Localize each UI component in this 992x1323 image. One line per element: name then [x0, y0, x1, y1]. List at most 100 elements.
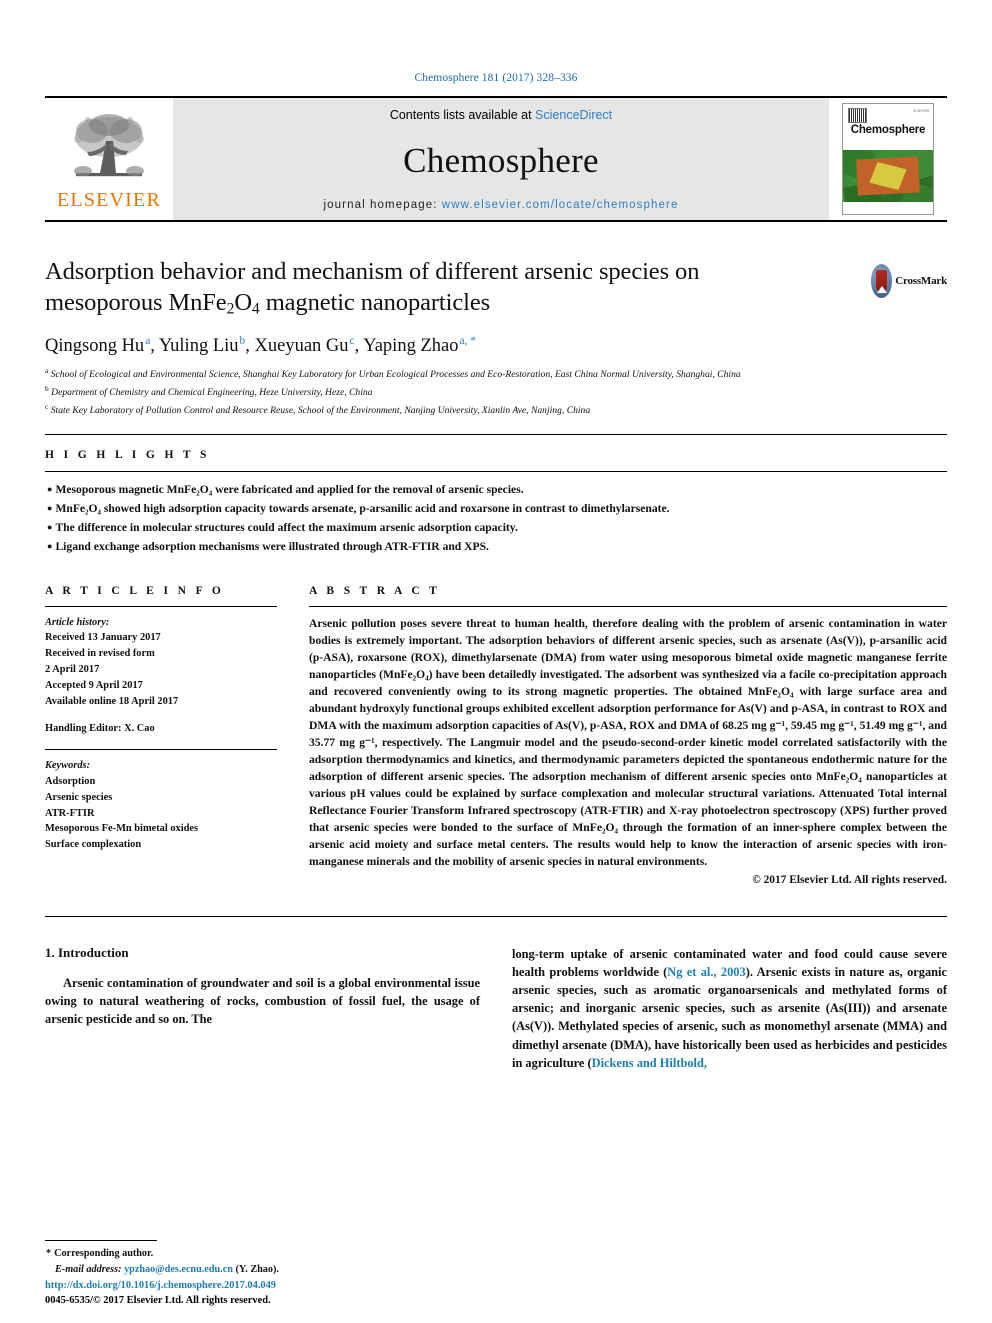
author-2: Yuling Liub,: [159, 335, 255, 357]
cover-publisher-label: ELSEVIER: [913, 109, 929, 113]
doi-link[interactable]: http://dx.doi.org/10.1016/j.chemosphere.…: [45, 1278, 276, 1294]
title-line-2-pre: mesoporous MnFe: [45, 289, 227, 317]
running-head: Chemosphere 181 (2017) 328–336: [414, 72, 578, 84]
abstract-divider: [309, 605, 947, 607]
article-history: Article history: Received 13 January 201…: [45, 615, 277, 738]
history-line: Received in revised form: [45, 648, 155, 660]
highlight-text: MnFe₂O₄ showed high adsorption capacity …: [55, 502, 670, 516]
author-4-name: Yaping Zhao: [363, 336, 459, 357]
highlight-item: ● MnFe₂O₄ showed high adsorption capacity…: [45, 500, 947, 519]
email-label: E-mail address:: [55, 1263, 125, 1275]
corresponding-author-text: Corresponding author.: [54, 1248, 154, 1260]
journal-title: Chemosphere: [403, 141, 599, 180]
citation-link-ng-2003[interactable]: Ng et al., 2003: [667, 965, 745, 979]
author-list: Qingsong Hua, Yuling Liub, Xueyuan Guc, …: [45, 334, 947, 358]
article-history-heading: Article history:: [45, 616, 110, 628]
journal-homepage-line: journal homepage: www.elsevier.com/locat…: [324, 199, 679, 211]
affiliation-b-text: Department of Chemistry and Chemical Eng…: [51, 387, 373, 399]
intro-right-text-2: ). Arsenic exists in nature as, organic …: [512, 965, 947, 1070]
author-1: Qingsong Hua,: [45, 335, 159, 357]
keyword-item: Adsorption: [45, 776, 96, 787]
highlight-text: The difference in molecular structures c…: [55, 520, 518, 534]
sciencedirect-link[interactable]: ScienceDirect: [535, 108, 612, 122]
affiliation-b: b Department of Chemistry and Chemical E…: [45, 383, 885, 401]
citation-link-dickens-hiltbold[interactable]: Dickens and Hiltbold,: [592, 1056, 707, 1070]
title-line-2-mid: O: [234, 289, 252, 317]
intro-paragraph-right: long-term uptake of arsenic contaminated…: [512, 945, 947, 1072]
article-info-label: A R T I C L E I N F O: [45, 584, 225, 597]
intro-paragraph-left: Arsenic contamination of groundwater and…: [45, 975, 480, 1027]
affiliation-c: c State Key Laboratory of Pollution Cont…: [45, 401, 885, 419]
author-4-affil-mark[interactable]: a, *: [458, 335, 476, 347]
highlight-text: Mesoporous magnetic MnFe₂O₄ were fabrica…: [55, 483, 524, 497]
contents-available-line: Contents lists available at ScienceDirec…: [390, 108, 612, 122]
highlight-text: Ligand exchange adsorption mechanisms we…: [55, 539, 489, 553]
title-subscript-4: 4: [251, 300, 260, 318]
handling-editor: Handling Editor: X. Cao: [45, 723, 155, 735]
issn-copyright-line: 0045-6535/© 2017 Elsevier Ltd. All right…: [45, 1295, 271, 1307]
author-3-name: Xueyuan Gu: [254, 336, 349, 357]
journal-homepage-link[interactable]: www.elsevier.com/locate/chemosphere: [442, 199, 679, 211]
email-suffix: (Y. Zhao).: [232, 1263, 279, 1275]
author-1-name: Qingsong Hu: [45, 336, 145, 357]
keywords-block: Keywords: Adsorption Arsenic species ATR…: [45, 758, 277, 853]
email-line: E-mail address: ypzhao@des.ecnu.edu.cn (…: [45, 1262, 465, 1277]
affiliation-a-mark: a: [45, 366, 49, 376]
affiliation-c-text: State Key Laboratory of Pollution Contro…: [50, 404, 591, 416]
masthead-center: Contents lists available at ScienceDirec…: [173, 98, 829, 220]
journal-masthead: ELSEVIER Contents lists available at Sci…: [45, 96, 947, 222]
history-line: Available online 18 April 2017: [45, 695, 179, 707]
info-and-abstract: A R T I C L E I N F O Article history: R…: [45, 585, 947, 886]
title-block: Adsorption behavior and mechanism of dif…: [45, 256, 947, 320]
corresponding-author-line: * Corresponding author.: [45, 1246, 465, 1261]
paper-title: Adsorption behavior and mechanism of dif…: [45, 256, 845, 320]
author-1-sep: ,: [150, 336, 159, 357]
history-line: Accepted 9 April 2017: [45, 679, 143, 691]
article-info-column: A R T I C L E I N F O Article history: R…: [45, 585, 277, 886]
homepage-prefix: journal homepage:: [323, 199, 442, 211]
abstract-text: Arsenic pollution poses severe threat to…: [309, 616, 947, 868]
elsevier-wordmark: ELSEVIER: [56, 188, 162, 211]
crossmark-label: CrossMark: [895, 275, 947, 287]
email-link[interactable]: ypzhao@des.ecnu.edu.cn: [124, 1264, 233, 1275]
cover-artwork: [843, 150, 933, 202]
abstract-copyright: © 2017 Elsevier Ltd. All rights reserved…: [752, 873, 947, 886]
keyword-item: Arsenic species: [45, 791, 113, 803]
journal-cover-thumbnail: ELSEVIER Chemosphere: [829, 98, 947, 220]
barcode-icon: [848, 108, 867, 123]
author-3: Xueyuan Guc,: [254, 335, 364, 357]
body-columns: 1. Introduction Arsenic contamination of…: [45, 945, 947, 1072]
article-info-divider: [45, 605, 277, 607]
highlight-item: ● The difference in molecular structures …: [45, 519, 947, 538]
highlights-section: H I G H L I G H T S ● Mesoporous magnetic…: [45, 449, 947, 556]
affiliation-list: a School of Ecological and Environmental…: [45, 365, 885, 418]
cover-bottom-band: [843, 202, 933, 214]
affiliation-b-mark: b: [45, 383, 49, 393]
crossmark-icon: [871, 264, 893, 298]
history-line: Received 13 January 2017: [45, 632, 161, 644]
body-column-left: 1. Introduction Arsenic contamination of…: [45, 945, 480, 1072]
asterisk-icon: *: [46, 1248, 52, 1260]
divider-above-highlights: [45, 434, 947, 436]
author-4: Yaping Zhaoa, *: [363, 335, 476, 357]
contents-prefix: Contents lists available at: [389, 108, 536, 122]
article-page: Chemosphere 181 (2017) 328–336 ELSEVIER …: [0, 0, 992, 1323]
keywords-heading: Keywords:: [45, 760, 91, 772]
abstract-column: A B S T R A C T Arsenic pollution poses …: [309, 585, 947, 886]
affiliation-a-text: School of Ecological and Environmental S…: [50, 369, 741, 381]
elsevier-logo: ELSEVIER: [45, 98, 173, 220]
affiliation-a: a School of Ecological and Environmental…: [45, 365, 885, 383]
author-3-sep: ,: [354, 336, 364, 357]
keywords-divider: [45, 749, 277, 751]
footnote-divider: [45, 1240, 157, 1242]
keyword-item: ATR-FTIR: [45, 807, 95, 819]
divider-below-abstract: [45, 915, 947, 917]
author-2-sep: ,: [245, 336, 255, 357]
cover-top-band: ELSEVIER Chemosphere: [843, 104, 933, 150]
body-column-right: long-term uptake of arsenic contaminated…: [512, 945, 947, 1072]
highlight-item: ● Mesoporous magnetic MnFe₂O₄ were fabric…: [45, 481, 947, 500]
highlight-item: ● Ligand exchange adsorption mechanisms w…: [45, 538, 947, 557]
crossmark-badge[interactable]: CrossMark: [871, 258, 947, 304]
highlights-label: H I G H L I G H T S: [45, 449, 210, 462]
keyword-item: Surface complexation: [45, 839, 142, 851]
